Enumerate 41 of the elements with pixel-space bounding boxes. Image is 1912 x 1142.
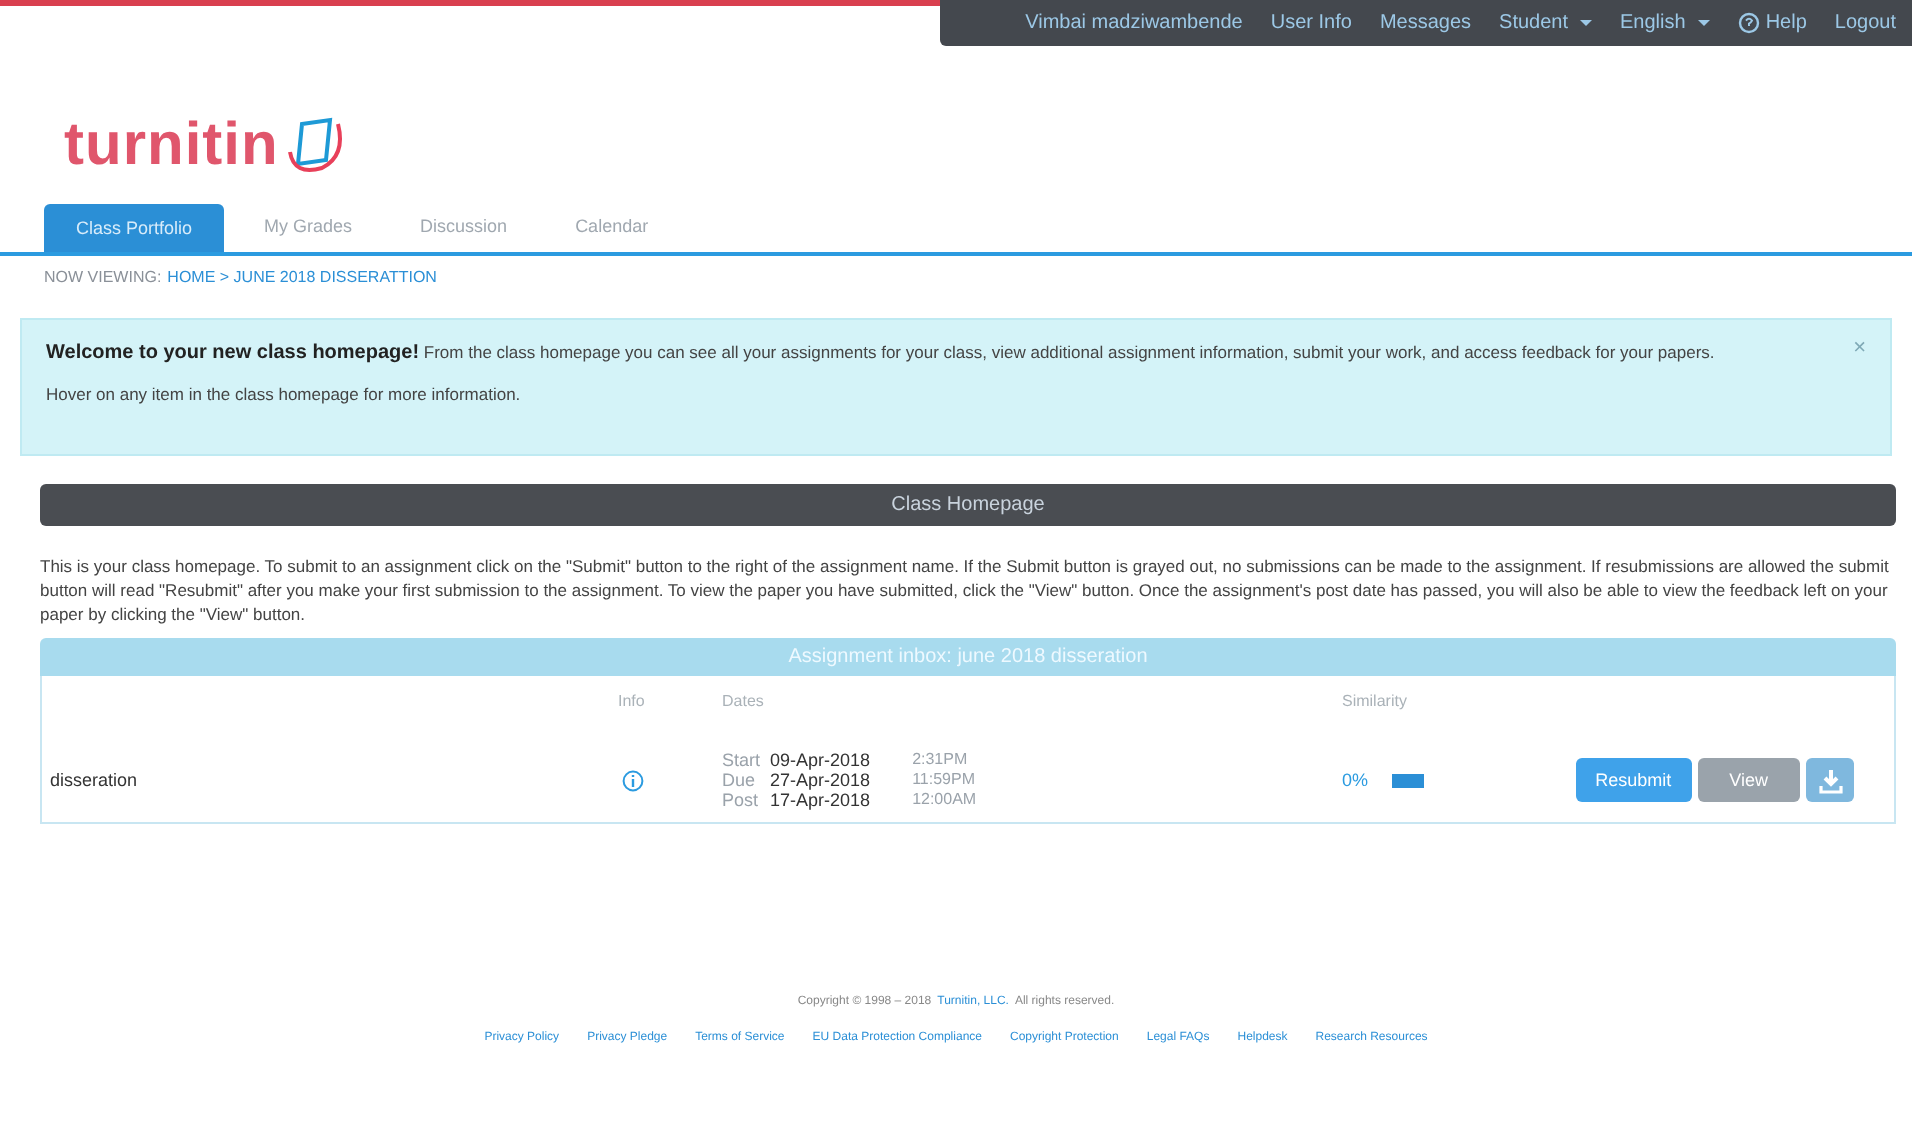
column-header: Info: [616, 692, 647, 710]
date-label: Due: [722, 770, 758, 790]
breadcrumb-link[interactable]: HOME > JUNE 2018 DISSERATTION: [167, 268, 437, 286]
info-icon[interactable]: [622, 769, 644, 791]
dropdown-menu[interactable]: English: [1620, 12, 1710, 34]
tab[interactable]: Class Portfolio: [44, 204, 225, 252]
time-value: 11:59PM: [912, 770, 977, 790]
nav-link[interactable]: Messages: [1379, 12, 1472, 34]
similarity-score[interactable]: 0%: [1342, 770, 1369, 790]
download-button[interactable]: [1806, 758, 1854, 802]
time-value: 2:31PM: [912, 750, 970, 770]
time-value: 12:00AM: [912, 790, 979, 810]
inbox-header: Assignment inbox: june 2018 disseration: [40, 638, 1896, 676]
tab[interactable]: Calendar: [547, 204, 677, 252]
close-button[interactable]: ×: [1853, 336, 1866, 360]
date-label: Post: [722, 790, 761, 810]
view-button[interactable]: View: [1697, 758, 1800, 802]
nav-link[interactable]: Logout: [1834, 12, 1896, 34]
dropdown-menu[interactable]: Student: [1499, 12, 1593, 34]
date-value: 27-Apr-2018: [770, 770, 873, 790]
section-header: Class Homepage: [40, 484, 1896, 526]
date-value: 17-Apr-2018: [770, 790, 873, 810]
date-value: 09-Apr-2018: [770, 750, 873, 770]
intro-paragraph: This is your class homepage. To submit to an assignment click on the "Submit" button to the right of the assignment name. If the Submit button is grayed out, no submissions can be made to the assignment. If resubmissions are allowed the submit button will read "Resubmit" after you make your first submission to the assignment. To view the paper you have submitted, click the "View" button. Once the assignment's post date has passed, you will also be able to view the feedback left on your paper by clicking the "View" button.: [40, 554, 1891, 626]
tab[interactable]: My Grades: [236, 204, 381, 252]
similarity-bar-icon: [1392, 773, 1425, 787]
logo-text: turnitin: [64, 112, 279, 180]
column-header: Dates: [722, 692, 766, 710]
download-icon: [1817, 767, 1843, 793]
nav-link[interactable]: User Info: [1270, 12, 1352, 34]
alert-text: Hover on any item in the class homepage for more information.: [46, 382, 523, 406]
resubmit-button[interactable]: Resubmit: [1575, 758, 1692, 802]
assignment-name: disseration: [48, 770, 140, 790]
date-label: Start: [722, 750, 761, 770]
help-link[interactable]: Help: [1737, 12, 1807, 34]
nav-link[interactable]: Vimbai madziwambende: [1025, 12, 1243, 34]
column-header: Similarity: [1342, 692, 1409, 710]
help-icon: [1737, 12, 1760, 34]
breadcrumb-label: NOW VIEWING:: [44, 268, 162, 286]
alert-text: Welcome to your new class homepage! From the class homepage you can see all your assignments for your class, view additional assignment information, submit your work, and access feedback for your papers.: [46, 340, 1717, 366]
tab[interactable]: Discussion: [392, 204, 536, 252]
